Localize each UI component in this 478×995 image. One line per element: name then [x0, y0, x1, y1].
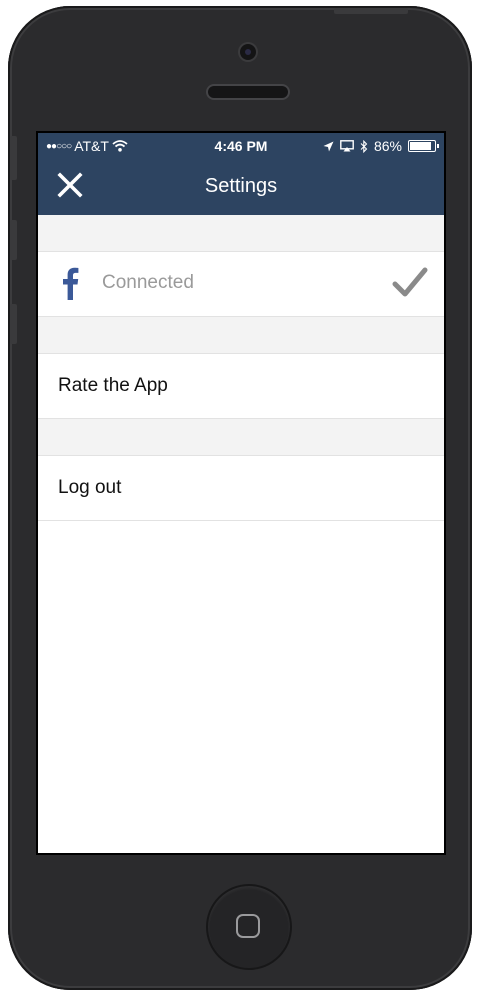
facebook-status: Connected [102, 272, 194, 293]
rate-app-label: Rate the App [58, 375, 168, 396]
front-camera [240, 44, 256, 60]
bluetooth-icon [360, 139, 368, 153]
section-spacer [38, 317, 444, 353]
logout-label: Log out [58, 477, 122, 498]
status-bar: ●●○○○ AT&T 4:46 PM 86% [38, 133, 444, 159]
navigation-bar: Settings [38, 159, 444, 215]
facebook-connection-row[interactable]: Connected [38, 251, 444, 317]
airplay-icon [340, 140, 354, 152]
section-spacer [38, 419, 444, 455]
home-square-icon [236, 914, 260, 938]
logout-row[interactable]: Log out [38, 455, 444, 521]
rate-app-row[interactable]: Rate the App [38, 353, 444, 419]
battery-icon [408, 140, 439, 152]
mute-switch [10, 136, 17, 180]
battery-percentage: 86% [373, 138, 402, 154]
facebook-icon [63, 267, 79, 300]
checkmark-icon [392, 267, 428, 297]
earpiece-speaker [208, 86, 288, 98]
power-button [334, 8, 408, 14]
page-title: Settings [204, 175, 278, 197]
section-spacer [38, 215, 444, 251]
volume-up-button [10, 220, 17, 260]
location-icon [323, 141, 334, 151]
screen: ●●○○○ AT&T 4:46 PM 86% Settings Connecte… [36, 131, 446, 855]
volume-down-button [10, 304, 17, 344]
home-button[interactable] [208, 886, 290, 968]
